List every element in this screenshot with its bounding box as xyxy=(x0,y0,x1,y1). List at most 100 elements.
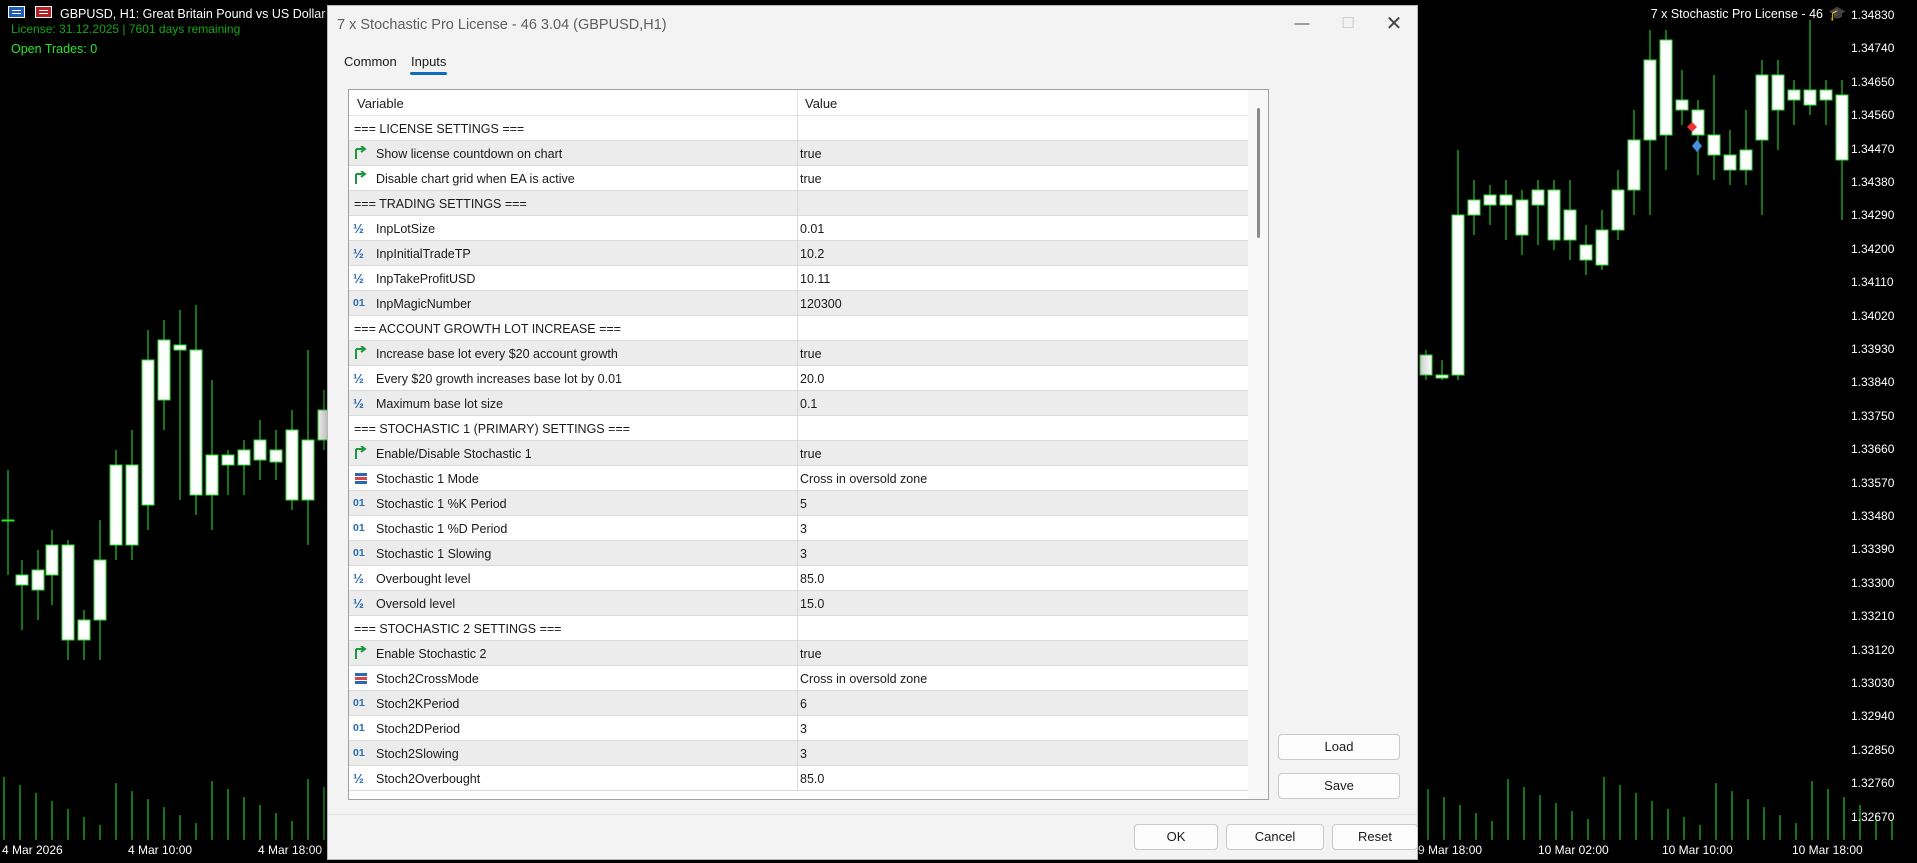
table-row[interactable]: ½ Every $20 growth increases base lot by … xyxy=(349,366,1249,391)
table-row[interactable]: 01 Stochastic 1 %D Period 3 xyxy=(349,516,1249,541)
table-row[interactable]: 01 Stoch2DPeriod 3 xyxy=(349,716,1249,741)
table-row[interactable]: 01 Stochastic 1 Slowing 3 xyxy=(349,541,1249,566)
variable-value[interactable]: 3 xyxy=(800,547,807,561)
variable-name: InpLotSize xyxy=(376,222,436,236)
table-row[interactable]: 01 InpMagicNumber 120300 xyxy=(349,291,1249,316)
table-row[interactable]: Stoch2CrossMode Cross in oversold zone xyxy=(349,666,1249,691)
tab-common[interactable]: Common xyxy=(344,54,397,69)
variable-value[interactable]: 3 xyxy=(800,722,807,736)
variable-name: Increase base lot every $20 account grow… xyxy=(376,347,618,361)
cell-divider xyxy=(797,341,798,366)
open-trades-label: Open Trades: 0 xyxy=(11,42,98,56)
section-header-row[interactable]: === ACCOUNT GROWTH LOT INCREASE === xyxy=(349,316,1249,341)
tab-inputs[interactable]: Inputs xyxy=(411,54,446,69)
variable-name: Stochastic 1 Mode xyxy=(376,472,479,486)
candle-body xyxy=(1835,94,1849,161)
variable-name: Stochastic 1 %D Period xyxy=(376,522,508,536)
variable-value[interactable]: 15.0 xyxy=(800,597,824,611)
table-row[interactable]: ½ Oversold level 15.0 xyxy=(349,591,1249,616)
variable-value[interactable]: 10.11 xyxy=(800,272,830,286)
table-row[interactable]: ½ InpLotSize 0.01 xyxy=(349,216,1249,241)
cell-divider xyxy=(797,741,798,766)
table-row[interactable]: 01 Stochastic 1 %K Period 5 xyxy=(349,491,1249,516)
table-row[interactable]: ½ Maximum base lot size 0.1 xyxy=(349,391,1249,416)
chart-tools-icon[interactable] xyxy=(35,6,52,18)
variable-value[interactable]: Cross in oversold zone xyxy=(800,472,927,486)
price-tick-label: 1.33930 xyxy=(1851,342,1895,356)
table-row[interactable]: ½ Overbought level 85.0 xyxy=(349,566,1249,591)
candle-body xyxy=(1531,189,1545,206)
column-header-variable[interactable]: Variable xyxy=(357,96,404,111)
table-row[interactable]: Stochastic 1 Mode Cross in oversold zone xyxy=(349,466,1249,491)
price-tick-label: 1.34560 xyxy=(1851,108,1895,123)
cell-divider xyxy=(797,566,798,591)
table-row[interactable]: Disable chart grid when EA is active true xyxy=(349,166,1249,191)
dialog-titlebar[interactable]: 7 x Stochastic Pro License - 46 3.04 (GB… xyxy=(328,6,1417,42)
price-tick-label: 1.33480 xyxy=(1851,509,1895,523)
table-row[interactable]: Enable Stochastic 2 true xyxy=(349,641,1249,666)
candle-body xyxy=(1547,189,1561,241)
table-body: === LICENSE SETTINGS === Show license cou… xyxy=(349,116,1249,791)
section-header-row[interactable]: === STOCHASTIC 1 (PRIMARY) SETTINGS === xyxy=(349,416,1249,441)
table-row[interactable]: Increase base lot every $20 account grow… xyxy=(349,341,1249,366)
variable-value[interactable]: true xyxy=(800,647,822,661)
variable-value[interactable]: 3 xyxy=(800,747,807,761)
dialog-title: 7 x Stochastic Pro License - 46 3.04 (GB… xyxy=(337,17,667,33)
save-button[interactable]: Save xyxy=(1278,773,1400,799)
table-row[interactable]: ½ InpTakeProfitUSD 10.11 xyxy=(349,266,1249,291)
variable-value[interactable]: 0.1 xyxy=(800,397,817,411)
variable-value[interactable]: true xyxy=(800,147,822,161)
load-button[interactable]: Load xyxy=(1278,734,1400,760)
table-row[interactable]: ½ InpInitialTradeTP 10.2 xyxy=(349,241,1249,266)
variable-value[interactable]: Cross in oversold zone xyxy=(800,672,927,686)
table-header: Variable Value xyxy=(349,90,1249,116)
variable-value[interactable]: 20.0 xyxy=(800,372,824,386)
maximize-icon[interactable]: ☐ xyxy=(1325,6,1371,42)
column-header-value[interactable]: Value xyxy=(805,96,837,111)
enum-list-icon xyxy=(353,671,371,686)
variable-value[interactable]: true xyxy=(800,172,822,186)
minimize-icon[interactable]: — xyxy=(1279,6,1325,42)
table-row[interactable]: 01 Stoch2Slowing 3 xyxy=(349,741,1249,766)
price-tick-label: 1.34200 xyxy=(1851,241,1895,256)
variable-value[interactable]: true xyxy=(800,347,822,361)
graduation-hat-icon[interactable]: 🎓 xyxy=(1829,5,1846,22)
chart-menu-icon[interactable] xyxy=(8,6,25,18)
inputs-table[interactable]: Variable Value === LICENSE SETTINGS === S… xyxy=(348,89,1269,800)
integer-01-icon: 01 xyxy=(353,547,365,559)
variable-value[interactable]: 10.2 xyxy=(800,247,824,261)
table-row[interactable]: ½ Stoch2Overbought 85.0 xyxy=(349,766,1249,791)
variable-value[interactable]: 3 xyxy=(800,522,807,536)
time-tick-label: 4 Mar 18:00 xyxy=(258,843,323,857)
variable-name: Stoch2CrossMode xyxy=(376,672,479,686)
variable-value[interactable]: 6 xyxy=(800,697,807,711)
variable-value[interactable]: 120300 xyxy=(800,297,842,311)
cancel-button[interactable]: Cancel xyxy=(1226,824,1324,850)
variable-name: Stochastic 1 Slowing xyxy=(376,547,492,561)
table-row[interactable]: Show license countdown on chart true xyxy=(349,141,1249,166)
price-tick-label: 1.34470 xyxy=(1851,141,1895,156)
close-icon[interactable]: ✕ xyxy=(1371,6,1417,42)
cell-divider xyxy=(797,766,798,791)
section-header-row[interactable]: === LICENSE SETTINGS === xyxy=(349,116,1249,141)
price-tick-label: 1.34110 xyxy=(1851,275,1894,290)
section-header-row[interactable]: === TRADING SETTINGS === xyxy=(349,191,1249,216)
ok-button[interactable]: OK xyxy=(1134,824,1218,850)
time-tick-label: 10 Mar 10:00 xyxy=(1662,843,1733,857)
variable-value[interactable]: 85.0 xyxy=(800,772,824,786)
table-row[interactable]: 01 Stoch2KPeriod 6 xyxy=(349,691,1249,716)
variable-value[interactable]: 5 xyxy=(800,497,807,511)
column-divider[interactable] xyxy=(797,90,798,116)
section-header-row[interactable]: === STOCHASTIC 2 SETTINGS === xyxy=(349,616,1249,641)
reset-button[interactable]: Reset xyxy=(1332,824,1418,850)
vertical-scrollbar[interactable] xyxy=(1248,90,1268,799)
variable-value[interactable]: 0.01 xyxy=(800,222,824,236)
variable-value[interactable]: true xyxy=(800,447,822,461)
scrollbar-thumb[interactable] xyxy=(1257,108,1260,238)
expert-advisor-name[interactable]: 7 x Stochastic Pro License - 46 xyxy=(1651,7,1823,21)
cell-divider xyxy=(797,716,798,741)
variable-value[interactable]: 85.0 xyxy=(800,572,824,586)
integer-01-icon: 01 xyxy=(353,747,365,759)
table-row[interactable]: Enable/Disable Stochastic 1 true xyxy=(349,441,1249,466)
variable-name: Overbought level xyxy=(376,572,471,586)
